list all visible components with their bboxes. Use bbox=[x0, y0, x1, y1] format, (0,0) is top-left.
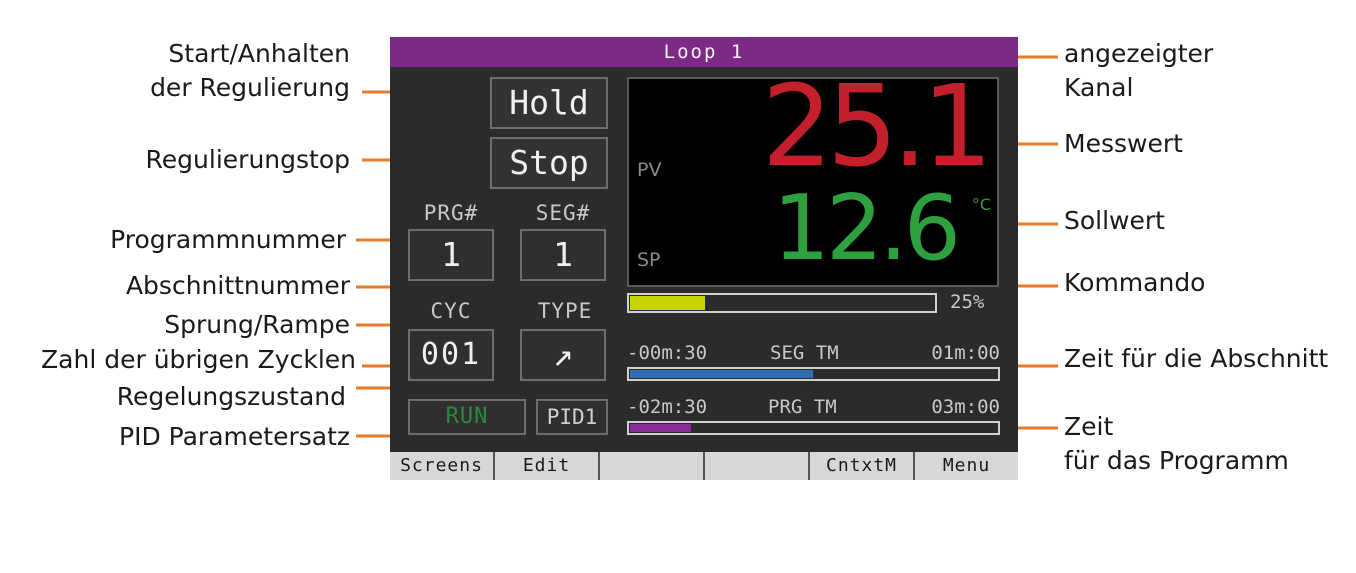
process-value: 25.1 bbox=[761, 62, 993, 192]
command-bar bbox=[627, 293, 937, 313]
sp-label: SP bbox=[637, 249, 661, 271]
seg-remaining: -00m:30 bbox=[627, 342, 708, 364]
context-menu-key[interactable]: CntxtM bbox=[810, 452, 915, 480]
label-cycles-left: Zahl der übrigen Zycklen bbox=[41, 345, 356, 374]
label-control-state: Regelungszustand bbox=[116, 382, 346, 411]
run-status: RUN bbox=[408, 399, 526, 435]
setpoint-value: 12.6 bbox=[772, 176, 961, 281]
prg-label: PRG TM bbox=[768, 396, 837, 418]
label-channel-line2: Kanal bbox=[1064, 73, 1134, 102]
label-channel: angezeigter bbox=[1064, 39, 1214, 68]
cyc-caption: CYC bbox=[430, 299, 472, 323]
unit-label: °C bbox=[971, 195, 991, 214]
label-segment-time: Zeit für die Abschnitt bbox=[1064, 344, 1329, 373]
hold-button[interactable]: Hold bbox=[490, 77, 608, 129]
pid-set-indicator: PID1 bbox=[536, 399, 608, 435]
segment-time-bar bbox=[627, 367, 1000, 381]
label-start-hold-line2: der Regulierung bbox=[150, 73, 350, 102]
edit-key[interactable]: Edit bbox=[495, 452, 600, 480]
prg-total: 03m:00 bbox=[931, 396, 1000, 418]
command-bar-fill bbox=[630, 296, 705, 310]
label-stop: Regulierungstop bbox=[145, 145, 350, 174]
label-command: Kommando bbox=[1064, 268, 1206, 297]
program-time-bar-fill bbox=[630, 424, 691, 432]
label-segment-number: Abschnittnummer bbox=[125, 271, 350, 300]
screens-key[interactable]: Screens bbox=[390, 452, 495, 480]
prg-caption: PRG# bbox=[423, 201, 479, 225]
blank-key-1[interactable] bbox=[600, 452, 705, 480]
blank-key-2[interactable] bbox=[705, 452, 810, 480]
label-step-ramp: Sprung/Rampe bbox=[164, 310, 350, 339]
pv-label: PV bbox=[637, 159, 662, 181]
label-start-hold: Start/Anhalten bbox=[168, 39, 350, 68]
function-key-bar: Screens Edit CntxtM Menu bbox=[390, 452, 1018, 480]
label-program-time-line2: für das Programm bbox=[1064, 446, 1289, 475]
label-program-time: Zeit bbox=[1064, 412, 1114, 441]
type-caption: TYPE bbox=[537, 299, 593, 323]
controller-screen: Loop 1 Hold Stop PRG# SEG# 1 1 CYC TYPE … bbox=[390, 37, 1018, 480]
pv-sp-display: PV 25.1 SP 12.6 °C bbox=[627, 67, 999, 287]
ramp-up-arrow-icon[interactable]: ↗ bbox=[520, 329, 606, 381]
label-pid-set: PID Parametersatz bbox=[119, 422, 350, 451]
seg-caption: SEG# bbox=[535, 201, 591, 225]
label-measured: Messwert bbox=[1064, 129, 1183, 158]
seg-label: SEG TM bbox=[770, 342, 839, 364]
segment-time-bar-fill bbox=[630, 370, 813, 378]
program-time-bar bbox=[627, 421, 1000, 435]
program-number-field[interactable]: 1 bbox=[408, 229, 494, 281]
menu-key[interactable]: Menu bbox=[915, 452, 1018, 480]
cycles-field[interactable]: 001 bbox=[408, 329, 494, 381]
seg-total: 01m:00 bbox=[931, 342, 1000, 364]
segment-number-field[interactable]: 1 bbox=[520, 229, 606, 281]
label-setpoint: Sollwert bbox=[1064, 206, 1165, 235]
label-program-number: Programmnummer bbox=[110, 225, 346, 254]
prg-remaining: -02m:30 bbox=[627, 396, 708, 418]
stop-button[interactable]: Stop bbox=[490, 137, 608, 189]
command-percent: 25% bbox=[950, 291, 985, 313]
